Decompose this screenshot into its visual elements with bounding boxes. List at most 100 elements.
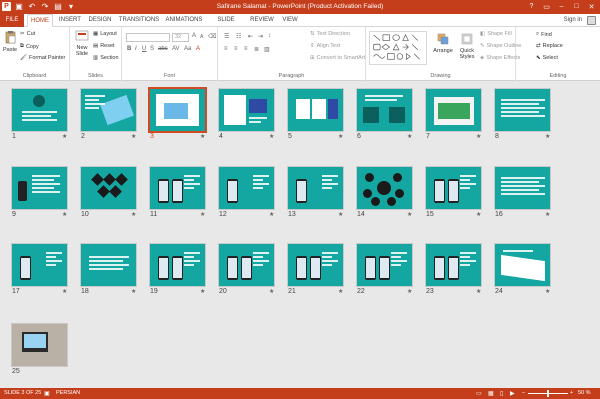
slide-thumbnail-21[interactable] <box>288 244 343 286</box>
tab-animations[interactable]: ANIMATIONS <box>164 14 204 27</box>
tab-home[interactable]: HOME <box>27 14 53 27</box>
close-button[interactable]: ✕ <box>585 1 598 12</box>
slide-thumbnail-3[interactable] <box>150 89 205 131</box>
tab-insert[interactable]: INSERT <box>57 14 83 27</box>
transition-star-icon[interactable]: ★ <box>338 133 343 140</box>
transition-star-icon[interactable]: ★ <box>407 211 412 218</box>
transition-star-icon[interactable]: ★ <box>200 133 205 140</box>
tab-slide-show[interactable]: SLIDE SHOW <box>208 14 244 36</box>
slide-thumbnail-22[interactable] <box>357 244 412 286</box>
section-button[interactable]: ▥ Section <box>93 55 119 61</box>
zoom-slider-thumb[interactable] <box>547 390 549 397</box>
shape-fill-button[interactable]: ◧ Shape Fill <box>480 31 512 37</box>
restore-button[interactable]: □ <box>570 1 583 12</box>
grow-font-icon[interactable]: A <box>192 33 196 39</box>
arrange-button[interactable]: Arrange <box>432 33 454 54</box>
convert-smartart-button[interactable]: ⊞ Convert to SmartArt <box>310 55 365 61</box>
zoom-level[interactable]: 50 % <box>578 390 591 396</box>
transition-star-icon[interactable]: ★ <box>62 211 67 218</box>
transition-star-icon[interactable]: ★ <box>200 211 205 218</box>
zoom-out-button[interactable]: – <box>522 390 525 396</box>
help-icon[interactable]: ? <box>525 1 538 12</box>
decrease-indent-icon[interactable]: ⇤ <box>248 33 253 40</box>
transition-star-icon[interactable]: ★ <box>338 288 343 295</box>
clear-formatting-icon[interactable]: ⌫ <box>208 33 216 40</box>
slide-thumbnail-19[interactable] <box>150 244 205 286</box>
bullets-icon[interactable]: ☰ <box>224 33 229 40</box>
transition-star-icon[interactable]: ★ <box>131 211 136 218</box>
font-name-input[interactable] <box>126 33 170 42</box>
zoom-in-button[interactable]: + <box>570 390 573 396</box>
columns-icon[interactable]: ▥ <box>264 46 270 53</box>
line-spacing-icon[interactable]: ↕ <box>268 33 271 39</box>
transition-star-icon[interactable]: ★ <box>545 133 550 140</box>
transition-star-icon[interactable]: ★ <box>131 133 136 140</box>
align-right-icon[interactable]: ≡ <box>244 46 248 52</box>
shrink-font-icon[interactable]: A <box>200 34 203 40</box>
slide-thumbnail-25[interactable] <box>12 324 67 366</box>
replace-button[interactable]: ⇄ Replace <box>536 43 563 49</box>
tab-design[interactable]: DESIGN <box>87 14 113 27</box>
slideshow-view-icon[interactable]: ▶ <box>510 390 515 397</box>
transition-star-icon[interactable]: ★ <box>545 211 550 218</box>
slide-thumbnail-10[interactable] <box>81 167 136 209</box>
character-spacing-icon[interactable]: AV <box>172 46 180 52</box>
tab-view[interactable]: VIEW <box>280 14 300 27</box>
italic-icon[interactable]: I <box>135 46 137 52</box>
tab-file[interactable]: FILE <box>0 14 24 27</box>
transition-star-icon[interactable]: ★ <box>476 211 481 218</box>
slide-thumbnail-24[interactable] <box>495 244 550 286</box>
slide-sorter-view-icon[interactable]: ▦ <box>488 390 494 397</box>
transition-star-icon[interactable]: ★ <box>200 288 205 295</box>
transition-star-icon[interactable]: ★ <box>407 288 412 295</box>
shadow-icon[interactable]: S <box>150 46 154 52</box>
spellcheck-icon[interactable]: ▣ <box>44 390 50 397</box>
transition-star-icon[interactable]: ★ <box>476 133 481 140</box>
strikethrough-icon[interactable]: abc <box>158 46 168 52</box>
select-button[interactable]: ⬉ Select <box>536 55 558 61</box>
layout-button[interactable]: ▦ Layout <box>93 31 117 37</box>
transition-star-icon[interactable]: ★ <box>269 288 274 295</box>
slide-thumbnail-17[interactable] <box>12 244 67 286</box>
tab-review[interactable]: REVIEW <box>249 14 275 27</box>
justify-icon[interactable]: ≣ <box>254 46 259 53</box>
slide-thumbnail-13[interactable] <box>288 167 343 209</box>
slide-thumbnail-23[interactable] <box>426 244 481 286</box>
slide-thumbnail-5[interactable] <box>288 89 343 131</box>
slide-thumbnail-7[interactable] <box>426 89 481 131</box>
slide-thumbnail-12[interactable] <box>219 167 274 209</box>
slide-thumbnail-15[interactable] <box>426 167 481 209</box>
slide-thumbnail-18[interactable] <box>81 244 136 286</box>
align-left-icon[interactable]: ≡ <box>224 46 228 52</box>
slide-thumbnail-9[interactable] <box>12 167 67 209</box>
transition-star-icon[interactable]: ★ <box>269 133 274 140</box>
transition-star-icon[interactable]: ★ <box>269 211 274 218</box>
format-painter-button[interactable]: 🖌 Format Painter <box>20 55 65 61</box>
underline-icon[interactable]: U <box>142 46 146 52</box>
tab-transitions[interactable]: TRANSITIONS <box>118 14 160 27</box>
numbering-icon[interactable]: ☷ <box>236 33 241 40</box>
slide-thumbnail-4[interactable] <box>219 89 274 131</box>
increase-indent-icon[interactable]: ⇥ <box>258 33 263 40</box>
paste-button[interactable]: Paste <box>3 30 17 53</box>
align-text-button[interactable]: ⇕ Align Text <box>310 43 340 49</box>
font-size-input[interactable]: 32 <box>172 33 189 42</box>
sign-in-link[interactable]: Sign in <box>564 14 582 27</box>
slide-thumbnail-14[interactable] <box>357 167 412 209</box>
align-center-icon[interactable]: ≡ <box>234 46 238 52</box>
normal-view-icon[interactable]: ▭ <box>476 390 482 397</box>
language-indicator[interactable]: PERSIAN <box>56 390 80 396</box>
slide-thumbnail-11[interactable] <box>150 167 205 209</box>
account-icon[interactable] <box>587 16 596 25</box>
transition-star-icon[interactable]: ★ <box>62 288 67 295</box>
transition-star-icon[interactable]: ★ <box>62 133 67 140</box>
ribbon-display-options-icon[interactable]: ▭ <box>540 1 553 12</box>
transition-star-icon[interactable]: ★ <box>476 288 481 295</box>
transition-star-icon[interactable]: ★ <box>131 288 136 295</box>
copy-button[interactable]: ⧉ Copy <box>20 43 39 50</box>
slide-thumbnail-2[interactable] <box>81 89 136 131</box>
transition-star-icon[interactable]: ★ <box>545 288 550 295</box>
shapes-gallery[interactable] <box>369 31 427 65</box>
change-case-icon[interactable]: Aa <box>184 46 191 52</box>
font-color-icon[interactable]: A <box>196 46 200 52</box>
